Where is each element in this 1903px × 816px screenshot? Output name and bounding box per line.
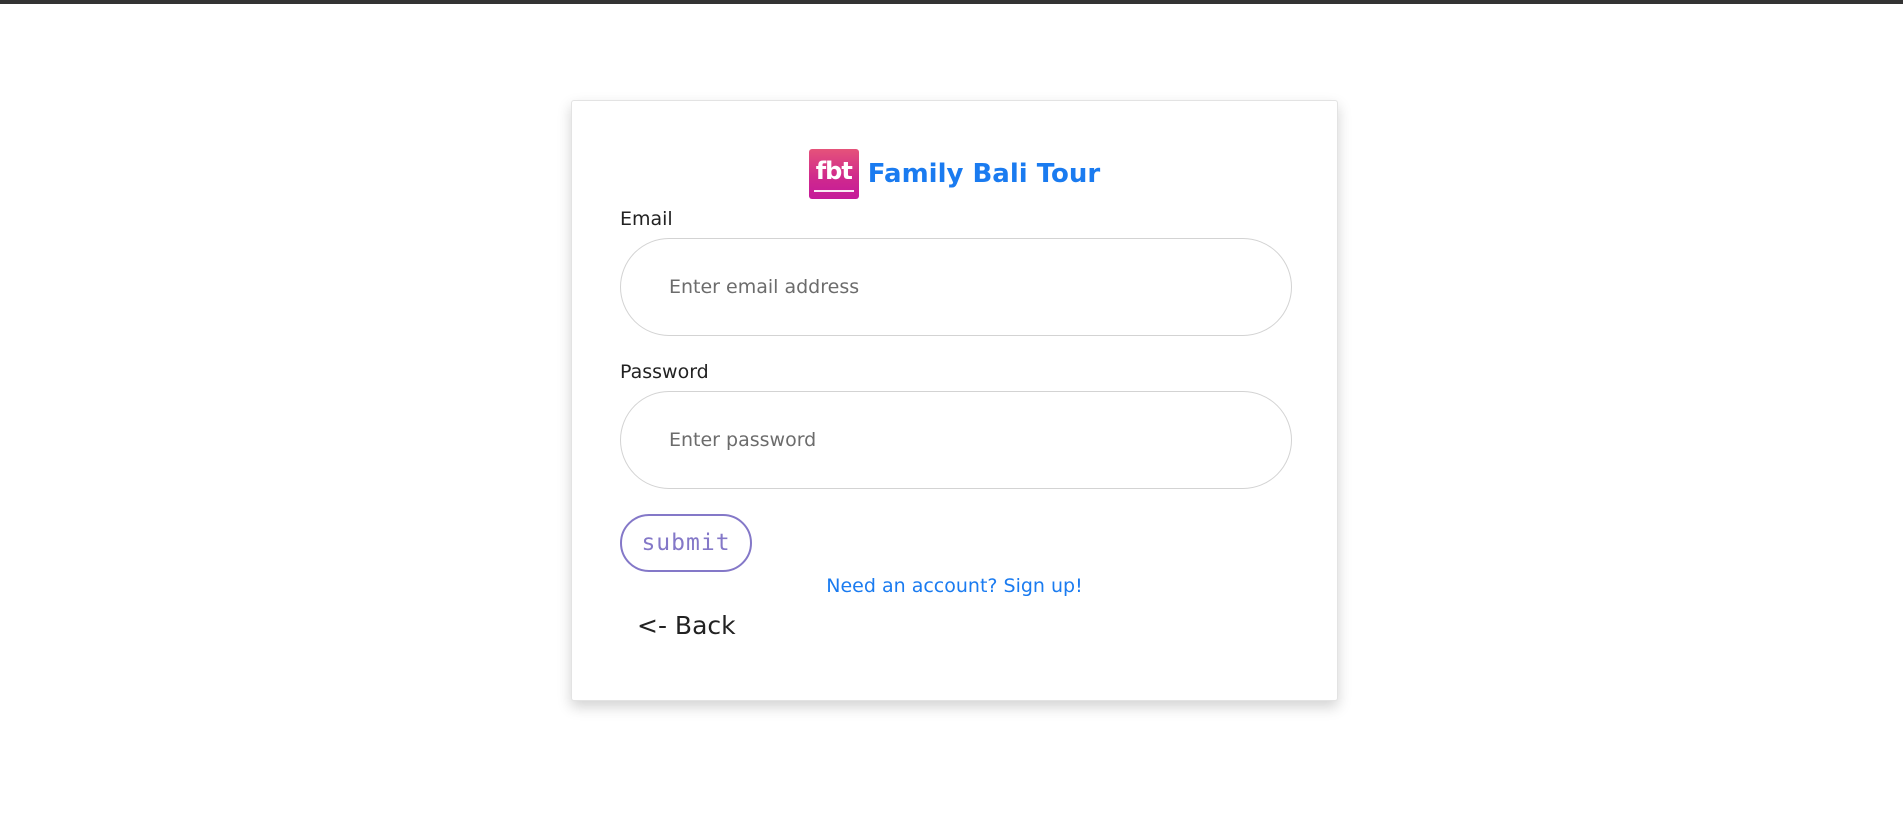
password-label: Password bbox=[620, 361, 709, 383]
email-label: Email bbox=[620, 208, 673, 230]
signup-link[interactable]: Need an account? Sign up! bbox=[572, 575, 1337, 597]
password-field[interactable] bbox=[620, 391, 1292, 489]
submit-button[interactable]: submit bbox=[620, 514, 752, 572]
logo-lettermark: fbt bbox=[815, 157, 853, 185]
brand-name: Family Bali Tour bbox=[867, 159, 1101, 189]
logo-underline bbox=[813, 190, 854, 192]
top-border-bar bbox=[0, 0, 1903, 4]
email-field[interactable] bbox=[620, 238, 1292, 336]
brand-header: fbt Family Bali Tour bbox=[572, 149, 1337, 199]
login-card: fbt Family Bali Tour Email Password subm… bbox=[571, 100, 1338, 701]
back-link[interactable]: <- Back bbox=[637, 611, 736, 640]
brand-logo: fbt bbox=[808, 149, 859, 199]
